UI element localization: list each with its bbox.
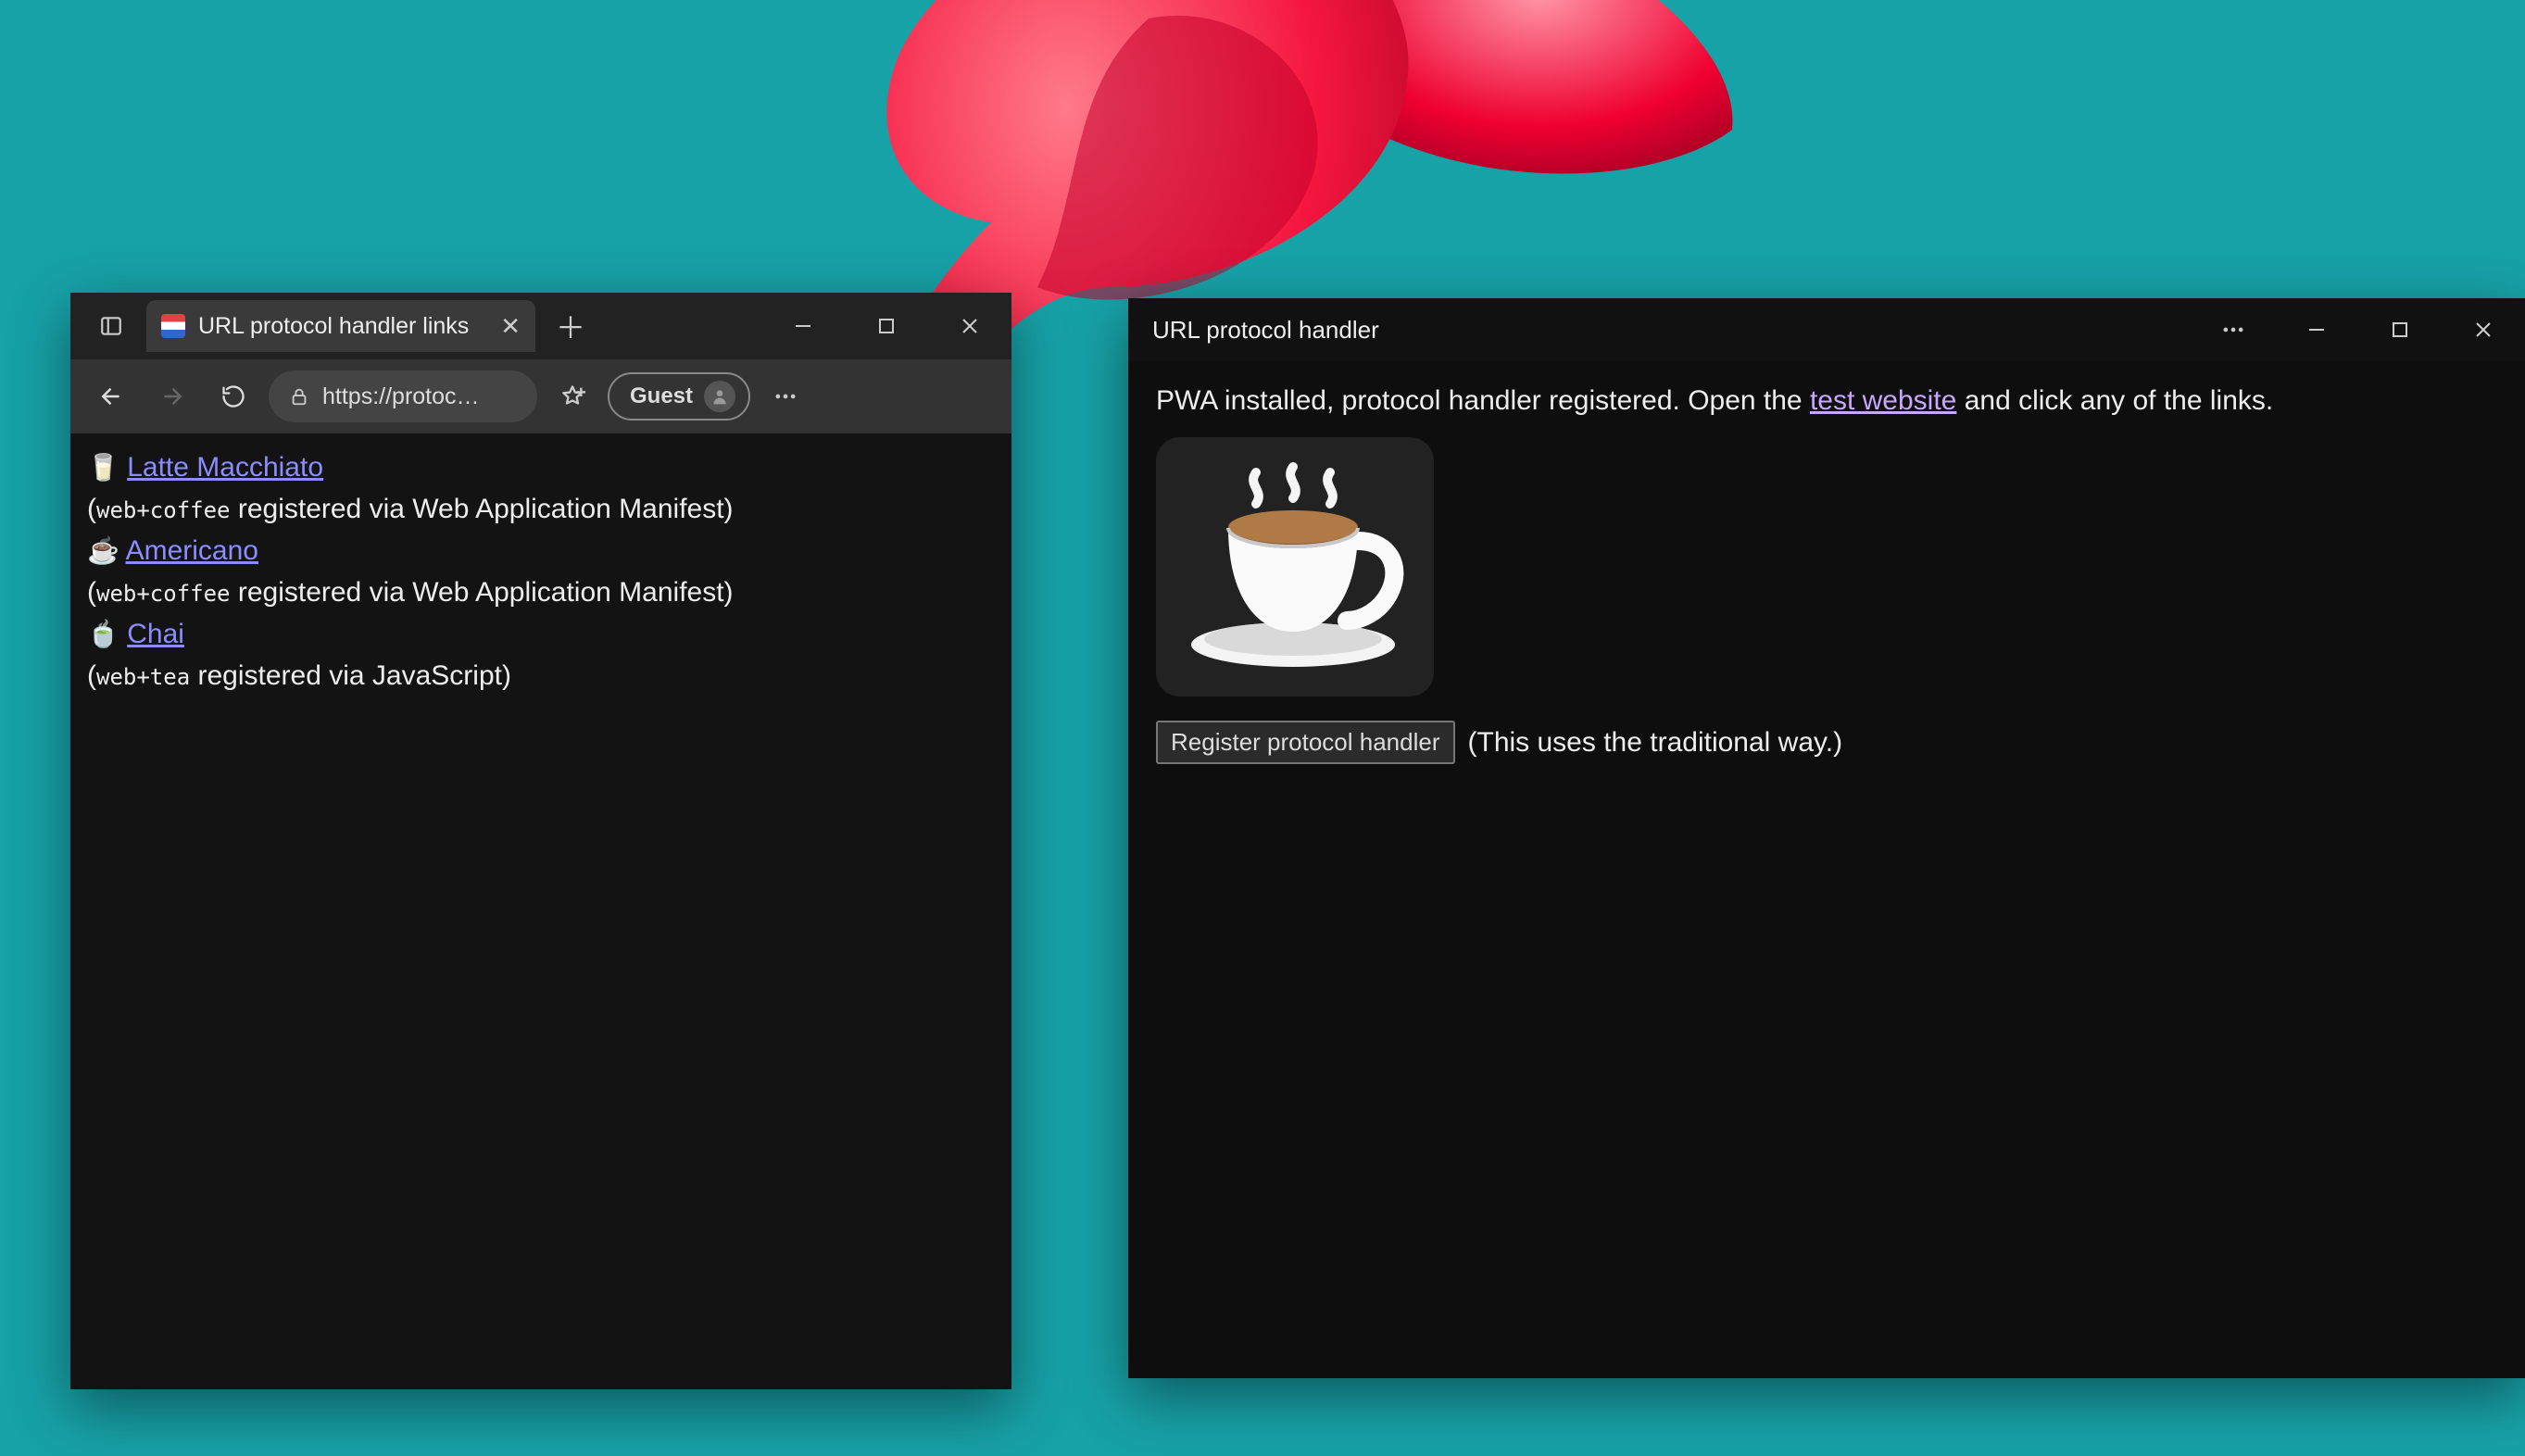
favorites-button[interactable] [546,370,598,422]
profile-button[interactable]: Guest [608,372,750,420]
browser-titlebar: URL protocol handler links ✕ ＋ [70,293,1011,359]
tab-actions-button[interactable] [83,300,139,352]
refresh-button[interactable] [207,370,259,422]
address-text: https://protoc… [322,383,480,410]
more-button[interactable] [760,370,811,422]
back-button[interactable] [85,370,137,422]
link-americano[interactable]: Americano [126,535,258,566]
pwa-more-button[interactable] [2192,301,2275,358]
pwa-titlebar: URL protocol handler [1128,298,2525,361]
link-row: ☕ Americano (web+coffee registered via W… [87,530,995,613]
link-row: 🥛 Latte Macchiato (web+coffee registered… [87,446,995,530]
register-aside: (This uses the traditional way.) [1468,723,1843,762]
link-sub: (web+coffee registered via Web Applicati… [87,488,995,530]
minimize-button[interactable] [2275,301,2358,358]
tab-favicon [161,314,185,338]
browser-content: 🥛 Latte Macchiato (web+coffee registered… [70,433,1011,709]
glass-icon: 🥛 [87,453,119,482]
maximize-button[interactable] [2358,301,2442,358]
minimize-button[interactable] [761,297,845,355]
pwa-window: URL protocol handler PWA installed, prot… [1128,298,2525,1378]
test-website-link[interactable]: test website [1810,385,1956,416]
maximize-button[interactable] [845,297,928,355]
coffee-icon: ☕ [87,536,119,565]
register-protocol-button[interactable]: Register protocol handler [1156,721,1455,764]
pwa-content: PWA installed, protocol handler register… [1128,361,2525,784]
pwa-title: URL protocol handler [1152,316,1379,345]
lock-icon [289,385,309,408]
coffee-cup-image [1156,437,1434,697]
browser-window: URL protocol handler links ✕ ＋ https://p… [70,293,1011,1389]
action-row: Register protocol handler (This uses the… [1156,721,2497,764]
avatar-icon [704,381,735,412]
tab-title: URL protocol handler links [198,313,487,340]
close-button[interactable] [928,297,1011,355]
browser-toolbar: https://protoc… Guest [70,359,1011,433]
new-tab-button[interactable]: ＋ [545,305,597,347]
link-sub: (web+tea registered via JavaScript) [87,655,995,697]
link-latte[interactable]: Latte Macchiato [127,452,323,483]
link-sub: (web+coffee registered via Web Applicati… [87,571,995,613]
forward-button[interactable] [146,370,198,422]
close-button[interactable] [2442,301,2525,358]
tea-icon: 🍵 [87,620,119,648]
address-bar[interactable]: https://protoc… [269,370,537,422]
pwa-message: PWA installed, protocol handler register… [1156,382,2497,420]
link-row: 🍵 Chai (web+tea registered via JavaScrip… [87,613,995,697]
profile-label: Guest [630,383,693,409]
link-chai[interactable]: Chai [127,619,184,649]
browser-tab[interactable]: URL protocol handler links ✕ [146,300,535,352]
tab-close-icon[interactable]: ✕ [500,312,521,341]
